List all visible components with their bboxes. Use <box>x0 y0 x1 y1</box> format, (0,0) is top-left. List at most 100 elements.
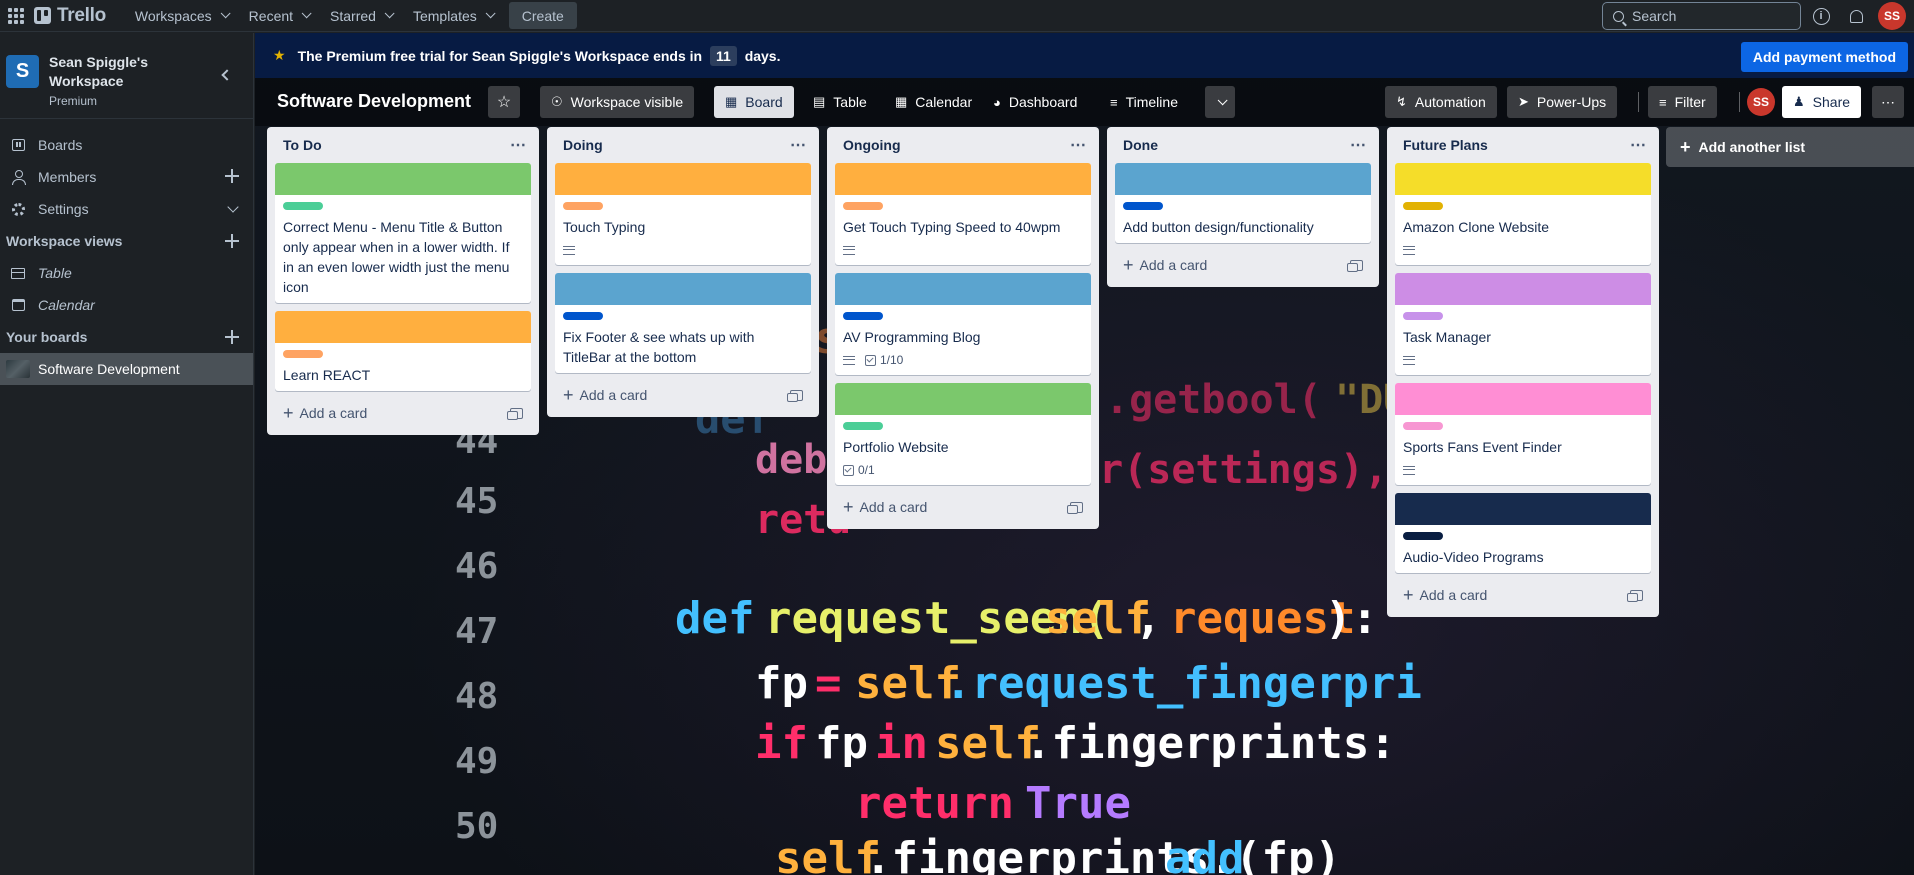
nav-starred[interactable]: Starred <box>319 0 402 32</box>
plus-icon: + <box>283 403 294 423</box>
card-label[interactable] <box>843 312 883 320</box>
nav-workspaces[interactable]: Workspaces <box>124 0 238 32</box>
sidebar-item-boards[interactable]: Boards <box>0 129 253 161</box>
card-label[interactable] <box>1403 422 1443 430</box>
card[interactable]: Learn REACT <box>275 311 531 391</box>
list-menu-icon[interactable]: ⋯ <box>790 135 807 155</box>
card-label[interactable] <box>1123 202 1163 210</box>
card[interactable]: Get Touch Typing Speed to 40wpm <box>835 163 1091 265</box>
list-header[interactable]: Ongoing ⋯ <box>835 127 1091 163</box>
create-from-template-icon[interactable] <box>787 389 803 402</box>
card-label[interactable] <box>843 202 883 210</box>
nav-recent[interactable]: Recent <box>238 0 319 32</box>
list-menu-icon[interactable]: ⋯ <box>1350 135 1367 155</box>
card-title: Learn REACT <box>283 367 371 383</box>
create-from-template-icon[interactable] <box>1067 501 1083 514</box>
list-title[interactable]: To Do <box>283 137 322 153</box>
svg-text:.request_fingerpri: .request_fingerpri <box>945 658 1422 709</box>
card-label[interactable] <box>283 350 323 358</box>
info-button[interactable]: i <box>1811 6 1831 26</box>
add-card-button[interactable]: + Add a card <box>1395 581 1651 609</box>
add-card-button[interactable]: + Add a card <box>555 381 811 409</box>
card-label[interactable] <box>1403 532 1443 540</box>
view-calendar-tab[interactable]: ▦ Calendar <box>885 86 982 118</box>
add-list-button[interactable]: + Add another list <box>1666 127 1914 167</box>
card[interactable]: Add button design/functionality <box>1115 163 1371 243</box>
more-views-button[interactable] <box>1205 86 1235 118</box>
visibility-button[interactable]: ☉ Workspace visible <box>540 86 695 118</box>
add-view-icon[interactable] <box>225 234 239 248</box>
card[interactable]: Portfolio Website 0/1 <box>835 383 1091 485</box>
board-member-avatar[interactable]: SS <box>1747 88 1775 116</box>
list-title[interactable]: Future Plans <box>1403 137 1488 153</box>
card[interactable]: Task Manager <box>1395 273 1651 375</box>
list-title[interactable]: Doing <box>563 137 603 153</box>
list-header[interactable]: Done ⋯ <box>1115 127 1371 163</box>
card[interactable]: Touch Typing <box>555 163 811 265</box>
automation-button[interactable]: ↯ Automation <box>1385 86 1497 118</box>
sidebar-item-settings[interactable]: Settings <box>0 193 253 225</box>
create-from-template-icon[interactable] <box>1347 259 1363 272</box>
card-title: Touch Typing <box>563 219 646 235</box>
card[interactable]: Amazon Clone Website <box>1395 163 1651 265</box>
workspace-name[interactable]: Sean Spiggle's Workspace <box>49 53 159 91</box>
list-header[interactable]: Future Plans ⋯ <box>1395 127 1651 163</box>
view-table-tab[interactable]: ▤ Table <box>803 86 877 118</box>
view-board-tab[interactable]: ▦ Board <box>714 86 794 118</box>
star-board-button[interactable]: ☆ <box>488 86 520 118</box>
list-menu-icon[interactable]: ⋯ <box>1630 135 1647 155</box>
card[interactable]: Correct Menu - Menu Title & Button only … <box>275 163 531 303</box>
share-button[interactable]: ♟ Share <box>1782 86 1862 118</box>
card-label[interactable] <box>1403 202 1443 210</box>
search-input[interactable]: Search <box>1602 2 1801 30</box>
user-avatar[interactable]: SS <box>1878 2 1906 30</box>
view-dashboard-tab[interactable]: ◕ Dashboard <box>983 86 1087 118</box>
app-switcher-icon[interactable] <box>8 7 24 24</box>
card[interactable]: Fix Footer & see whats up with TitleBar … <box>555 273 811 373</box>
list-menu-icon[interactable]: ⋯ <box>1070 135 1087 155</box>
plus-icon: + <box>843 497 854 517</box>
filter-button[interactable]: ≡ Filter <box>1648 86 1717 118</box>
add-board-icon[interactable] <box>225 330 239 344</box>
list-header[interactable]: To Do ⋯ <box>275 127 531 163</box>
list-title[interactable]: Ongoing <box>843 137 901 153</box>
your-boards-heading: Your boards <box>0 321 253 353</box>
board-title[interactable]: Software Development <box>277 91 471 112</box>
card-label[interactable] <box>283 202 323 210</box>
card-label[interactable] <box>843 422 883 430</box>
list-menu-icon[interactable]: ⋯ <box>510 135 527 155</box>
trello-icon <box>34 7 51 24</box>
card-cover <box>835 383 1091 415</box>
sidebar-item-calendar[interactable]: Calendar <box>0 289 253 321</box>
add-card-label: Add a card <box>859 499 928 515</box>
board-menu-button[interactable]: ⋯ <box>1872 86 1904 118</box>
view-timeline-tab[interactable]: ≡ Timeline <box>1100 86 1188 118</box>
add-card-button[interactable]: + Add a card <box>835 493 1091 521</box>
collapse-sidebar-icon[interactable] <box>221 69 233 81</box>
list-title[interactable]: Done <box>1123 137 1158 153</box>
card[interactable]: AV Programming Blog 1/10 <box>835 273 1091 375</box>
add-card-button[interactable]: + Add a card <box>1115 251 1371 279</box>
nav-templates[interactable]: Templates <box>402 0 503 32</box>
add-member-icon[interactable] <box>225 169 239 183</box>
card-label[interactable] <box>1403 312 1443 320</box>
create-from-template-icon[interactable] <box>507 407 523 420</box>
card-label[interactable] <box>563 312 603 320</box>
sidebar-item-table[interactable]: Table <box>0 257 253 289</box>
card[interactable]: Audio-Video Programs <box>1395 493 1651 573</box>
notifications-button[interactable] <box>1846 6 1866 26</box>
chevron-down-icon[interactable] <box>227 201 239 213</box>
add-card-button[interactable]: + Add a card <box>275 399 531 427</box>
card-label[interactable] <box>563 202 603 210</box>
info-icon: i <box>1812 7 1830 25</box>
trello-logo[interactable]: Trello <box>34 5 106 27</box>
add-payment-method-button[interactable]: Add payment method <box>1740 42 1908 72</box>
card[interactable]: Sports Fans Event Finder <box>1395 383 1651 485</box>
workspace-logo[interactable]: S <box>6 55 39 88</box>
sidebar-item-members[interactable]: Members <box>0 161 253 193</box>
power-ups-button[interactable]: ➤ Power-Ups <box>1507 86 1618 118</box>
list-header[interactable]: Doing ⋯ <box>555 127 811 163</box>
create-from-template-icon[interactable] <box>1627 589 1643 602</box>
create-button[interactable]: Create <box>508 2 577 29</box>
sidebar-board-software-development[interactable]: Software Development <box>0 353 253 385</box>
